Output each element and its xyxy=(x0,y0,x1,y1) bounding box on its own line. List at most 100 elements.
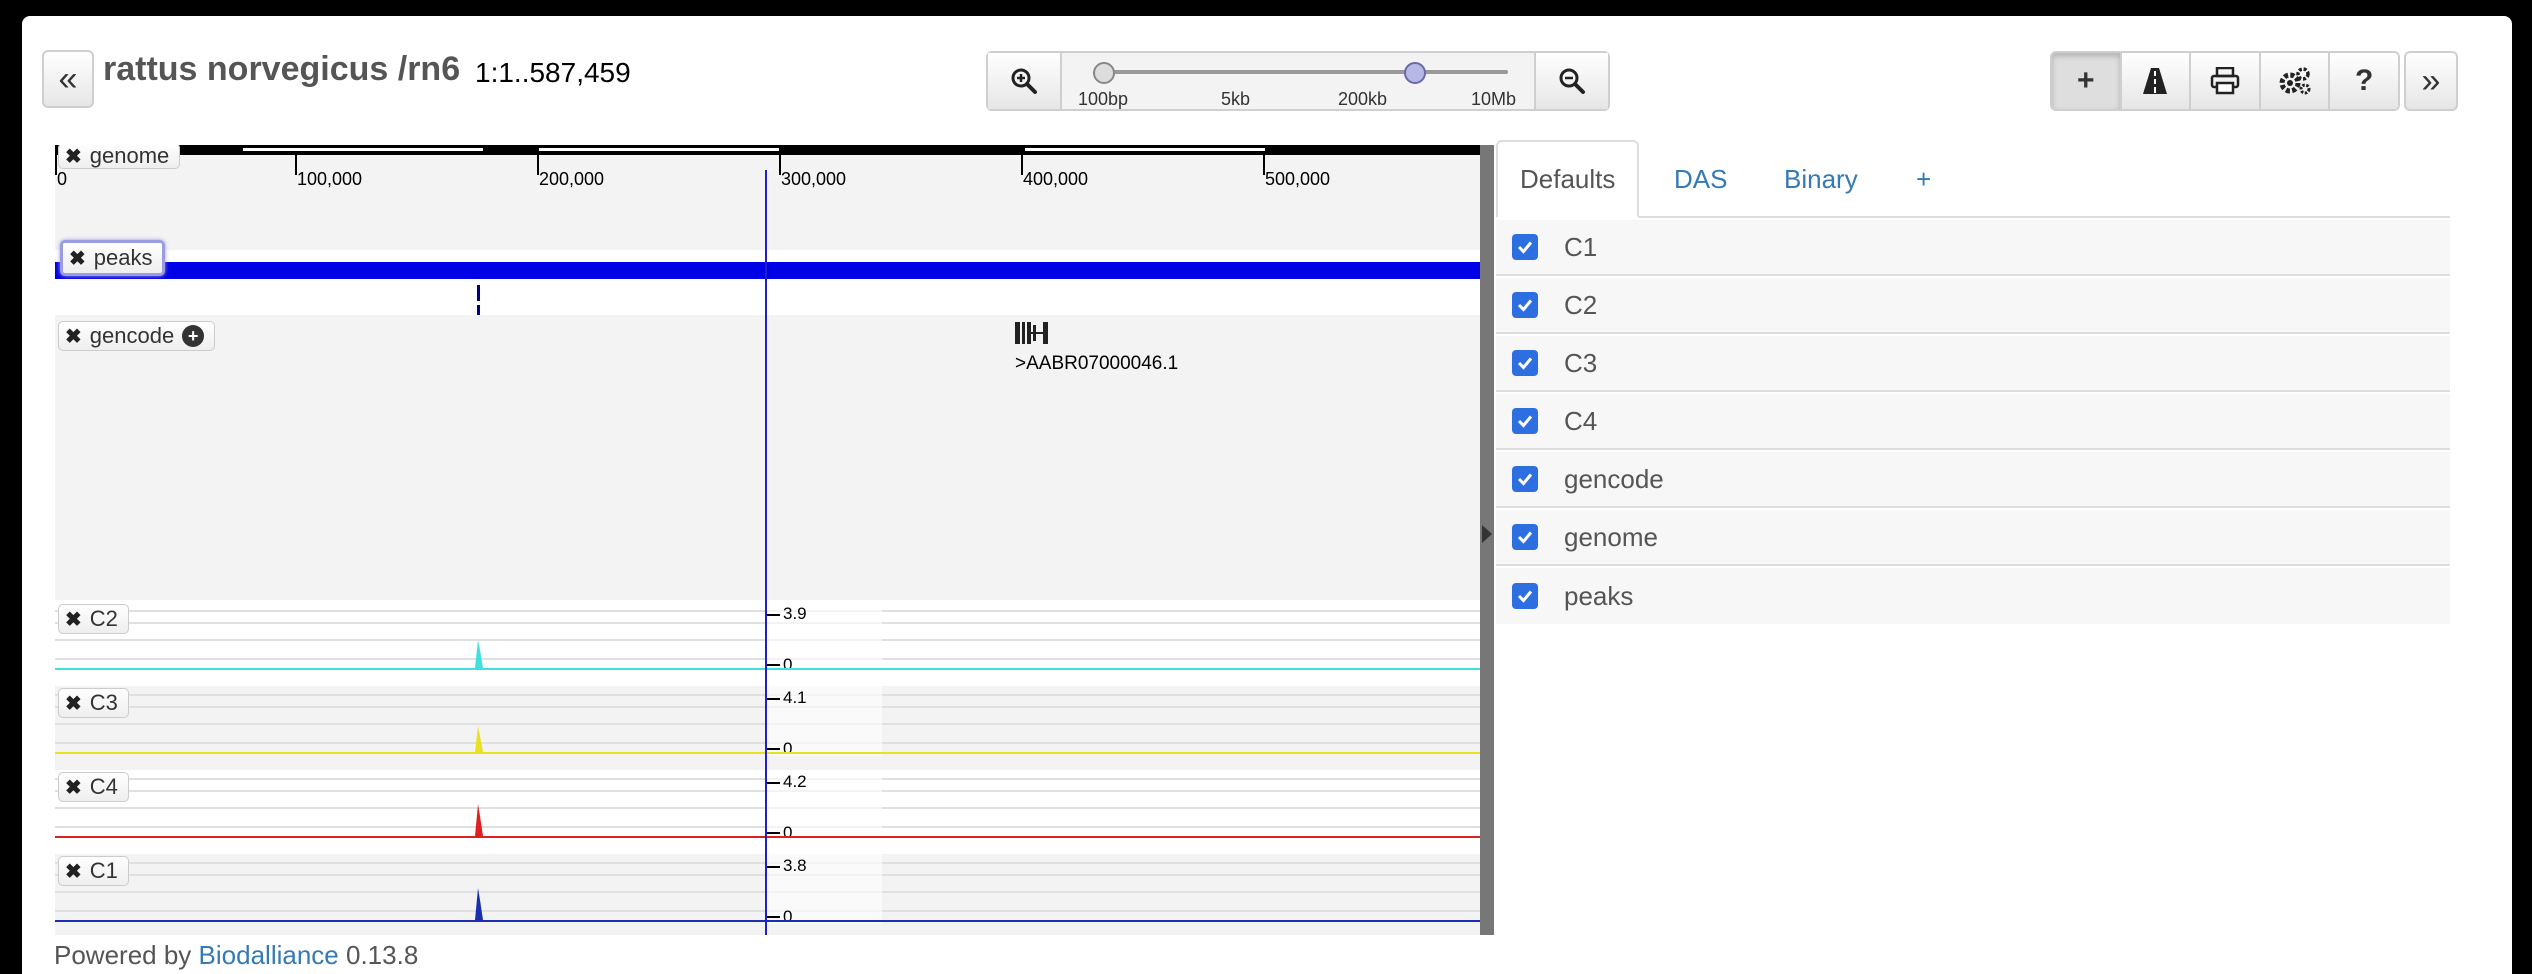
track-row-label: C2 xyxy=(1564,289,1598,320)
track-label-text: C1 xyxy=(89,858,118,883)
track-row-gencode[interactable]: gencode xyxy=(1496,452,2450,508)
zoom-label-5kb: 5kb xyxy=(1221,89,1251,109)
biodalliance-link[interactable]: Biodalliance xyxy=(199,940,339,970)
close-icon[interactable]: ✖ xyxy=(65,145,82,169)
c3-axis-max: 4.1 xyxy=(783,688,807,707)
check-icon xyxy=(1517,299,1533,312)
c2-track-label[interactable]: ✖ C2 xyxy=(58,604,129,634)
collapse-left-label: « xyxy=(58,59,78,98)
ruler-tick-label: 400,000 xyxy=(1023,169,1089,189)
close-icon[interactable]: ✖ xyxy=(65,607,82,632)
c1-axis-min: 0 xyxy=(783,907,793,926)
ruler-tick-label: 500,000 xyxy=(1265,169,1331,189)
help-button[interactable]: ? xyxy=(2328,53,2398,109)
peaks-track-label[interactable]: ✖ peaks xyxy=(60,240,166,276)
gencode-feature-glyph[interactable] xyxy=(1015,322,1051,344)
zoom-label-200kb: 200kb xyxy=(1338,89,1388,109)
c4-peak xyxy=(475,804,483,836)
print-button[interactable] xyxy=(2189,53,2259,109)
c4-track-label[interactable]: ✖ C4 xyxy=(58,772,129,802)
gencode-track-label[interactable]: ✖ gencode + xyxy=(58,321,216,351)
zoom-label-10mb: 10Mb xyxy=(1471,89,1517,109)
help-icon: ? xyxy=(2355,64,2374,97)
c2-peak xyxy=(475,640,483,668)
c4-track[interactable]: 4.2 0 xyxy=(55,770,1480,854)
track-row-genome[interactable]: genome xyxy=(1496,510,2450,566)
track-label-text: C3 xyxy=(89,690,118,715)
track-row-label: genome xyxy=(1564,521,1658,552)
peak-mark[interactable] xyxy=(477,285,480,301)
close-icon[interactable]: ✖ xyxy=(65,859,82,884)
checkbox-checked[interactable] xyxy=(1512,583,1538,609)
tab-binary[interactable]: Binary xyxy=(1762,140,1880,218)
toolbar: + ? xyxy=(2050,51,2400,111)
expand-arrow-icon[interactable] xyxy=(1482,525,1492,543)
genome-track[interactable]: 0 100,000 200,000 300,000 400,000 500,00… xyxy=(55,155,1480,250)
genome-browser[interactable]: 0 100,000 200,000 300,000 400,000 500,00… xyxy=(55,145,1480,935)
c1-track-label[interactable]: ✖ C1 xyxy=(58,856,129,886)
collapse-left-button[interactable]: « xyxy=(42,50,94,108)
c1-track[interactable]: 3.8 0 xyxy=(55,854,1480,935)
footer: Powered by Biodalliance 0.13.8 xyxy=(54,940,418,971)
track-row-c2[interactable]: C2 xyxy=(1496,278,2450,334)
track-row-label: C3 xyxy=(1564,347,1598,378)
check-icon xyxy=(1517,531,1533,544)
tab-bar: Defaults DAS Binary + xyxy=(1496,140,2450,218)
c1-axis-max: 3.8 xyxy=(783,856,807,875)
track-selector-panel: Defaults DAS Binary + C1 C2 C3 C4 gencod… xyxy=(1496,140,2450,940)
close-icon[interactable]: ✖ xyxy=(65,691,82,716)
genome-track-label[interactable]: ✖ genome xyxy=(58,145,181,169)
track-label-text: C4 xyxy=(89,774,118,799)
peaks-bar xyxy=(55,262,1480,279)
c3-axis-min: 0 xyxy=(783,739,793,758)
check-icon xyxy=(1517,473,1533,486)
checkbox-checked[interactable] xyxy=(1512,350,1538,376)
ruler-tick-label: 300,000 xyxy=(781,169,847,189)
gencode-track[interactable]: >AABR07000046.1 xyxy=(55,315,1480,600)
track-row-label: gencode xyxy=(1564,463,1664,494)
close-icon[interactable]: ✖ xyxy=(69,246,86,271)
checkbox-checked[interactable] xyxy=(1512,234,1538,260)
c3-track[interactable]: 4.1 0 xyxy=(55,686,1480,770)
zoom-in-button[interactable] xyxy=(988,53,1062,109)
settings-button[interactable] xyxy=(2258,53,2329,109)
gencode-feature-label: >AABR07000046.1 xyxy=(1015,353,1179,374)
c2-axis-max: 3.9 xyxy=(783,604,807,623)
add-track-button[interactable]: + xyxy=(2052,53,2120,109)
ruler-bar xyxy=(55,145,1480,155)
zoom-slider-min-marker xyxy=(1093,62,1115,84)
track-row-c3[interactable]: C3 xyxy=(1496,336,2450,392)
close-icon[interactable]: ✖ xyxy=(65,775,82,800)
c2-track[interactable]: 3.9 0 xyxy=(55,602,1480,686)
checkbox-checked[interactable] xyxy=(1512,408,1538,434)
jump-button[interactable] xyxy=(2119,53,2190,109)
zoom-out-button[interactable] xyxy=(1534,53,1608,109)
track-label-text: peaks xyxy=(93,245,153,270)
track-row-c4[interactable]: C4 xyxy=(1496,394,2450,450)
checkbox-checked[interactable] xyxy=(1512,524,1538,550)
location-text[interactable]: 1:1..587,459 xyxy=(475,57,631,89)
tab-defaults[interactable]: Defaults xyxy=(1496,140,1640,218)
checkbox-checked[interactable] xyxy=(1512,292,1538,318)
close-icon[interactable]: ✖ xyxy=(65,324,82,349)
tab-das[interactable]: DAS xyxy=(1652,140,1749,218)
zoom-slider-handle[interactable] xyxy=(1404,62,1426,84)
zoom-control: 100bp 5kb 200kb 10Mb xyxy=(986,51,1610,111)
c3-track-label[interactable]: ✖ C3 xyxy=(58,688,129,718)
print-icon xyxy=(2210,67,2240,95)
zoom-in-icon xyxy=(1011,68,1037,94)
track-row-peaks[interactable]: peaks xyxy=(1496,568,2450,624)
checkbox-checked[interactable] xyxy=(1512,466,1538,492)
tab-add[interactable]: + xyxy=(1894,140,1953,218)
zoom-slider-track[interactable] xyxy=(1103,70,1508,74)
collapse-right-button[interactable]: » xyxy=(2404,51,2458,111)
expand-plus-icon[interactable]: + xyxy=(182,325,205,347)
zoom-out-icon xyxy=(1559,68,1585,94)
check-icon xyxy=(1517,415,1533,428)
collapse-right-label: » xyxy=(2421,61,2441,100)
plus-icon: + xyxy=(2077,64,2095,97)
ruler-tick-label: 0 xyxy=(57,169,68,189)
panel-divider[interactable] xyxy=(1480,145,1494,935)
track-row-c1[interactable]: C1 xyxy=(1496,220,2450,276)
c2-axis-min: 0 xyxy=(783,655,793,674)
